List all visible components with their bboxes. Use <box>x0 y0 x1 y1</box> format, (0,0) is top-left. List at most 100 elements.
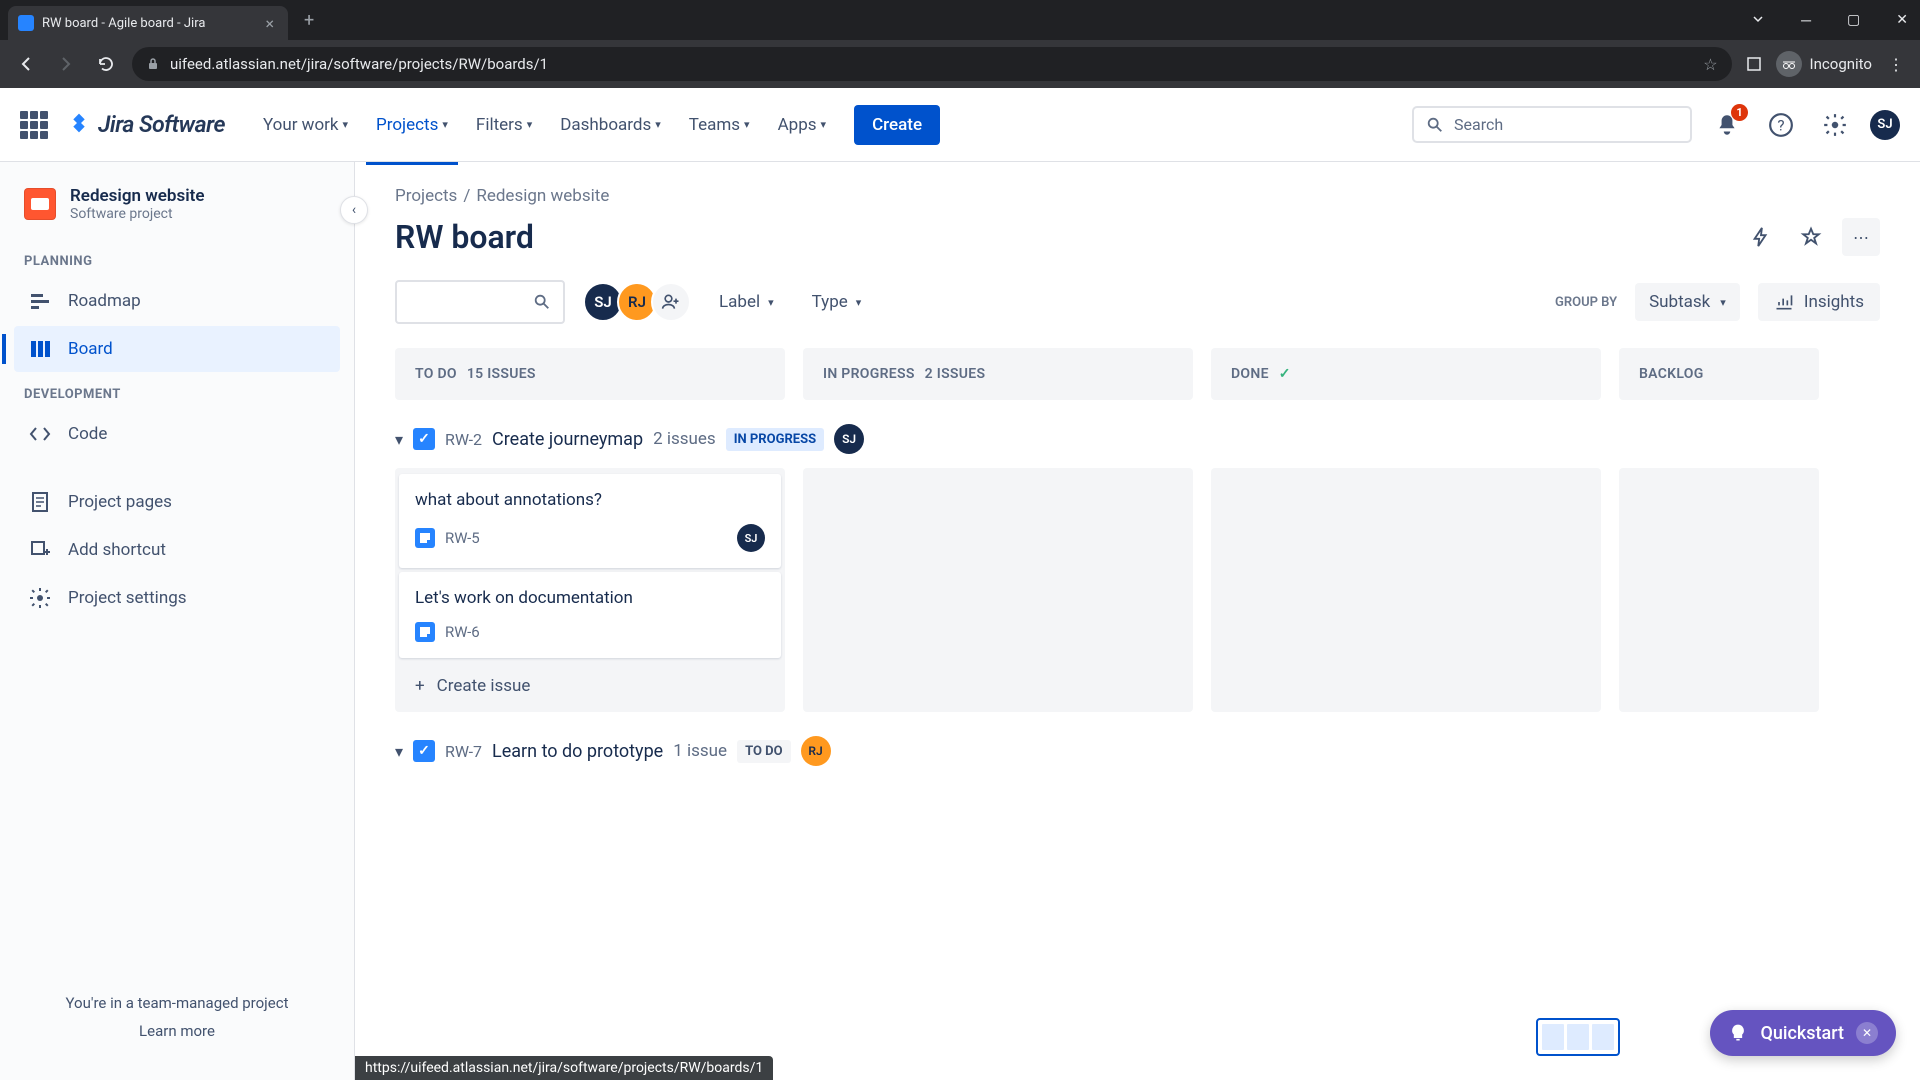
board-search-input[interactable] <box>395 280 565 324</box>
app-switcher-icon[interactable] <box>20 111 48 139</box>
column-header-backlog[interactable]: BACKLOG <box>1619 348 1819 400</box>
label-filter[interactable]: Label▾ <box>709 284 784 320</box>
extensions-icon[interactable] <box>1744 54 1764 74</box>
project-icon <box>24 188 56 220</box>
board-minimap[interactable] <box>1536 1018 1620 1056</box>
project-header[interactable]: Redesign website Software project <box>12 186 342 240</box>
column-header-inprogress[interactable]: IN PROGRESS 2 ISSUES <box>803 348 1193 400</box>
card-assignee-avatar[interactable]: SJ <box>737 524 765 552</box>
sidebar-item-board[interactable]: Board <box>14 326 340 372</box>
close-icon[interactable]: ✕ <box>1856 1022 1878 1044</box>
nav-apps[interactable]: Apps▾ <box>768 107 837 143</box>
profile-avatar[interactable]: SJ <box>1870 110 1900 140</box>
create-button[interactable]: Create <box>854 105 940 145</box>
close-tab-icon[interactable]: × <box>265 14 274 33</box>
search-placeholder: Search <box>1454 115 1503 134</box>
sidebar-item-roadmap[interactable]: Roadmap <box>14 278 340 324</box>
incognito-indicator[interactable]: Incognito <box>1776 51 1872 77</box>
settings-icon[interactable] <box>1816 106 1854 144</box>
address-bar[interactable]: uifeed.atlassian.net/jira/software/proje… <box>132 47 1732 81</box>
new-tab-button[interactable]: + <box>304 10 314 31</box>
swimlane-col-inprogress[interactable] <box>803 468 1193 712</box>
browser-tab[interactable]: RW board - Agile board - Jira × <box>8 6 288 40</box>
swimlane-col-todo[interactable]: what about annotations? RW-5 SJ Let's wo… <box>395 468 785 712</box>
card-rw5[interactable]: what about annotations? RW-5 SJ <box>399 474 781 568</box>
column-header-done[interactable]: DONE✓ <box>1211 348 1601 400</box>
jira-logo[interactable]: Jira Software <box>66 111 225 138</box>
forward-button[interactable] <box>52 50 80 78</box>
swimlane-col-backlog[interactable] <box>1619 468 1819 712</box>
subtask-icon <box>415 622 435 642</box>
issue-key[interactable]: RW-2 <box>445 430 482 449</box>
svg-text:?: ? <box>1777 116 1784 134</box>
sidebar-item-project-settings[interactable]: Project settings <box>14 575 340 621</box>
add-people-button[interactable] <box>651 282 691 322</box>
nav-your-work[interactable]: Your work▾ <box>253 107 358 143</box>
chevron-down-icon: ▾ <box>821 118 827 131</box>
card-rw6[interactable]: Let's work on documentation RW-6 <box>399 572 781 658</box>
status-bar-url: https://uifeed.atlassian.net/jira/softwa… <box>355 1056 773 1080</box>
breadcrumb-project[interactable]: Redesign website <box>476 186 609 206</box>
status-lozenge[interactable]: TO DO <box>737 740 790 763</box>
back-button[interactable] <box>12 50 40 78</box>
assignee-avatar[interactable]: SJ <box>834 424 864 454</box>
issue-count: 1 issue <box>673 741 727 761</box>
maximize-button[interactable]: ▢ <box>1843 8 1864 33</box>
task-type-icon: ✓ <box>413 428 435 450</box>
more-icon[interactable]: ⋯ <box>1842 218 1880 256</box>
sidebar-item-code[interactable]: Code <box>14 411 340 457</box>
type-filter[interactable]: Type▾ <box>802 284 872 320</box>
url-text: uifeed.atlassian.net/jira/software/proje… <box>170 55 1693 73</box>
sidebar-footer-text: You're in a team-managed project <box>28 994 326 1012</box>
assignee-avatar[interactable]: RJ <box>801 736 831 766</box>
global-search[interactable]: Search <box>1412 106 1692 143</box>
nav-projects[interactable]: Projects▾ <box>366 107 458 143</box>
status-lozenge[interactable]: IN PROGRESS <box>726 428 824 451</box>
card-title: what about annotations? <box>415 490 765 510</box>
insights-icon <box>1774 292 1794 312</box>
lock-icon <box>146 57 160 71</box>
help-icon[interactable]: ? <box>1762 106 1800 144</box>
reload-button[interactable] <box>92 50 120 78</box>
swimlane-title: Learn to do prototype <box>492 741 663 762</box>
tab-search-icon[interactable] <box>1747 8 1769 33</box>
nav-filters[interactable]: Filters▾ <box>466 107 542 143</box>
minimize-button[interactable]: ─ <box>1797 8 1815 33</box>
swimlane-col-done[interactable] <box>1211 468 1601 712</box>
breadcrumb-root[interactable]: Projects <box>395 186 457 206</box>
swimlane-header[interactable]: ▾ ✓ RW-2 Create journeymap 2 issues IN P… <box>395 420 1880 458</box>
swimlane-rw2: ▾ ✓ RW-2 Create journeymap 2 issues IN P… <box>395 420 1880 712</box>
code-icon <box>28 422 52 446</box>
search-icon <box>1426 116 1444 134</box>
tab-title: RW board - Agile board - Jira <box>42 16 257 31</box>
automation-icon[interactable] <box>1742 218 1780 256</box>
card-key: RW-6 <box>445 623 480 641</box>
incognito-label: Incognito <box>1810 55 1872 73</box>
lightbulb-icon <box>1728 1023 1748 1043</box>
swimlane-rw7: ▾ ✓ RW-7 Learn to do prototype 1 issue T… <box>395 732 1880 770</box>
bookmark-icon[interactable]: ☆ <box>1703 55 1717 74</box>
sidebar-item-project-pages[interactable]: Project pages <box>14 479 340 525</box>
issue-key[interactable]: RW-7 <box>445 742 482 761</box>
column-header-todo[interactable]: TO DO 15 ISSUES <box>395 348 785 400</box>
sidebar-item-add-shortcut[interactable]: Add shortcut <box>14 527 340 573</box>
chevron-down-icon: ▾ <box>768 296 774 309</box>
chevron-down-icon: ▾ <box>655 118 661 131</box>
close-window-button[interactable]: ✕ <box>1892 8 1912 33</box>
create-issue-button[interactable]: + Create issue <box>397 662 783 710</box>
notifications-icon[interactable]: 1 <box>1708 106 1746 144</box>
learn-more-link[interactable]: Learn more <box>28 1022 326 1040</box>
section-planning: PLANNING <box>12 240 342 277</box>
group-by-dropdown[interactable]: Subtask▾ <box>1635 283 1740 321</box>
swimlane-header[interactable]: ▾ ✓ RW-7 Learn to do prototype 1 issue T… <box>395 732 1880 770</box>
insights-button[interactable]: Insights <box>1758 283 1880 321</box>
project-name: Redesign website <box>70 186 205 206</box>
browser-menu-icon[interactable]: ⋮ <box>1884 51 1908 78</box>
quickstart-button[interactable]: Quickstart ✕ <box>1710 1010 1896 1056</box>
chevron-down-icon[interactable]: ▾ <box>395 742 403 761</box>
nav-dashboards[interactable]: Dashboards▾ <box>550 107 671 143</box>
chevron-down-icon[interactable]: ▾ <box>395 430 403 449</box>
board-content: Projects / Redesign website RW board ⋯ S… <box>355 162 1920 1080</box>
nav-teams[interactable]: Teams▾ <box>679 107 760 143</box>
star-icon[interactable] <box>1792 218 1830 256</box>
